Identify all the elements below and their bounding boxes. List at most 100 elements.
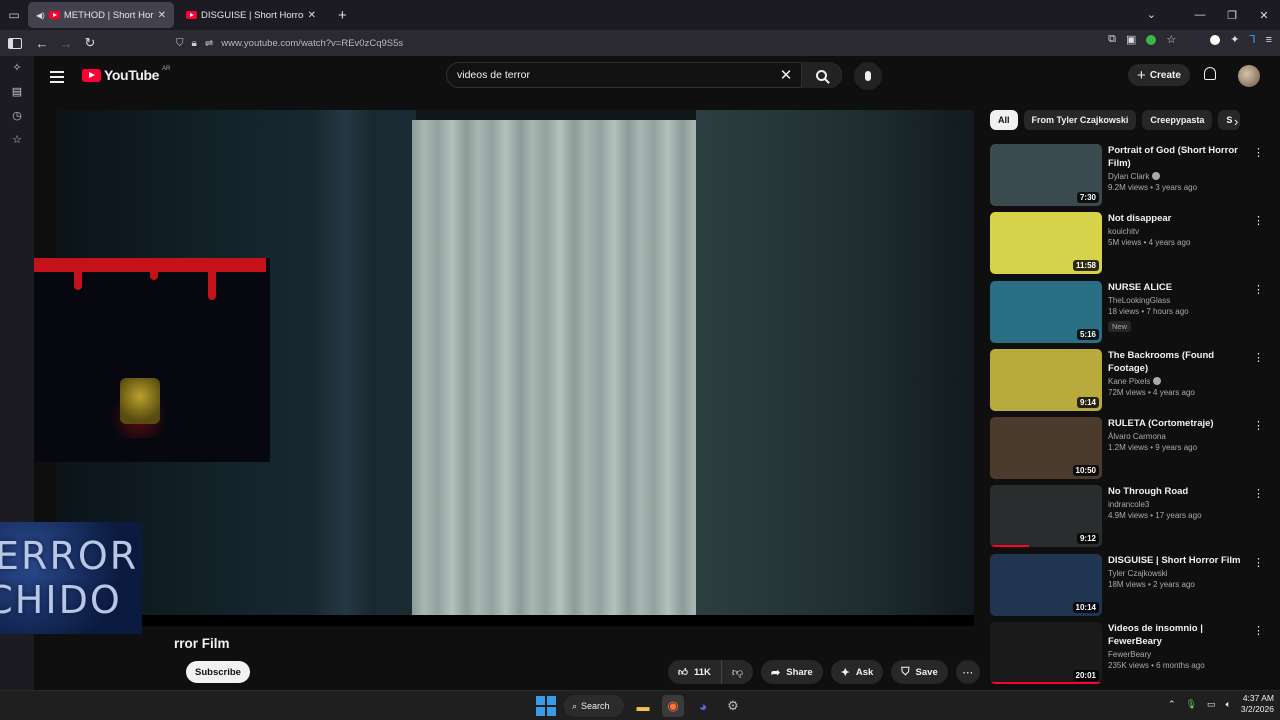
synced-tabs-icon[interactable]: ▤ [0,80,34,104]
extensions-icon[interactable]: ✦ [1230,33,1239,46]
account-icon[interactable] [1210,34,1221,45]
video-thumbnail[interactable]: 10:14 [990,553,1102,616]
forward-button[interactable]: → [54,36,78,51]
avatar[interactable] [1238,65,1260,87]
speaker-icon[interactable]: ◀) [36,11,45,20]
picture-in-picture-icon[interactable]: ⧉ [1108,33,1116,46]
chip-all[interactable]: All [990,110,1018,130]
bookmark-star-icon[interactable]: ☆ [1166,33,1176,46]
more-options-icon[interactable]: ⋮ [1253,556,1264,569]
url-bar[interactable]: ⛉ 🔒︎ ⇌ www.youtube.com/watch?v=REv0zCq9S… [176,33,1100,53]
recommendation-item[interactable]: 5:16 NURSE ALICE TheLookingGlass 18 view… [990,280,1270,349]
channel-name[interactable]: Tyler Czajkowski [1108,569,1252,578]
video-thumbnail[interactable]: 11:58 [990,212,1102,275]
tab-list-menu-icon[interactable]: ▭ [0,0,28,30]
file-explorer-icon[interactable]: ▬ [632,695,654,717]
chevron-up-icon[interactable]: ⌃ [1168,699,1176,710]
chip-from-tyler[interactable]: From Tyler Czajkowski [1023,110,1137,130]
menu-icon[interactable]: ≡ [1266,34,1272,46]
recommendation-item[interactable]: 20:01 Videos de insomnio | FewerBeary Fe… [990,622,1270,690]
channel-name[interactable]: kouichitv [1108,227,1252,236]
close-window-button[interactable]: ✕ [1248,9,1280,22]
video-thumbnail[interactable]: 10:50 [990,417,1102,480]
guide-menu-icon[interactable] [50,68,64,86]
more-options-icon[interactable]: ⋮ [1253,487,1264,500]
shield-icon[interactable]: ⛉ [176,38,184,49]
chip-creepypasta[interactable]: Creepypasta [1142,110,1213,130]
more-options-icon[interactable]: ⋮ [1253,624,1264,637]
recommendation-item[interactable]: 7:30 Portrait of God (Short Horror Film)… [990,144,1270,212]
more-options-icon[interactable]: ⋮ [1253,283,1264,296]
recommendation-item[interactable]: 10:50 RULETA (Cortometraje) Álvaro Carmo… [990,417,1270,485]
windows-start-icon[interactable] [536,696,556,716]
more-actions-button[interactable]: ⋯ [955,660,980,684]
bookmarks-icon[interactable]: ☆ [0,128,34,152]
channel-name[interactable]: FewerBeary [1108,650,1252,659]
search-input[interactable] [447,69,771,81]
url-text[interactable]: www.youtube.com/watch?v=REv0zCq9S5s [221,38,403,49]
recommendation-item[interactable]: 9:12 No Through Road indrancole3 4.9M vi… [990,485,1270,553]
screenshot-icon[interactable]: ▣ [1126,33,1136,46]
notifications-bell-icon[interactable] [1204,67,1216,80]
app-icon[interactable]: ⚙ [722,695,744,717]
like-button[interactable]: 👍︎ 11K [668,660,722,684]
clock[interactable]: 4:37 AM 3/2/2026 [1241,693,1274,715]
channel-name[interactable]: Álvaro Carmona [1108,432,1252,441]
clear-search-icon[interactable]: ✕ [771,66,801,84]
minimize-button[interactable]: — [1184,9,1216,21]
share-button[interactable]: ➦ Share [761,660,823,684]
search-button[interactable] [801,62,841,88]
tab-close-icon[interactable]: ✕ [158,10,166,21]
discord-icon[interactable]: ◕ [692,695,714,717]
extension-green-icon[interactable] [1146,34,1157,45]
video-title[interactable]: NURSE ALICE [1108,281,1252,294]
translate-extension-icon[interactable]: Ꞁ [1249,33,1255,46]
back-button[interactable]: ← [30,36,54,51]
more-options-icon[interactable]: ⋮ [1253,214,1264,227]
sidebar-toggle-button[interactable] [0,30,30,56]
video-title[interactable]: Portrait of God (Short Horror Film) [1108,144,1252,170]
reload-button[interactable]: ↻ [78,35,102,51]
chevron-down-icon[interactable]: ⌄ [1147,8,1156,21]
lock-icon[interactable]: 🔒︎ [192,38,197,49]
volume-icon[interactable]: 🔈︎ [1226,699,1231,710]
video-title[interactable]: Videos de insomnio | FewerBeary [1108,622,1252,648]
ask-button[interactable]: ✦ Ask [830,660,884,684]
voice-search-button[interactable] [854,62,882,90]
dislike-button[interactable]: 👎︎ [722,660,753,684]
channel-name[interactable]: Kane Pixels [1108,376,1252,386]
youtube-logo[interactable]: YouTube AR [82,66,170,83]
video-thumbnail[interactable]: 9:14 [990,348,1102,411]
taskbar-search[interactable]: ⌕ Search [564,695,624,717]
channel-name[interactable]: Dylan Clark [1108,172,1252,181]
tab-method[interactable]: ◀) METHOD | Short Horror Film ✕ [28,2,174,28]
channel-name[interactable]: indrancole3 [1108,500,1252,509]
new-tab-button[interactable]: + [338,7,347,24]
create-button[interactable]: + Create [1128,64,1190,86]
firefox-icon[interactable]: ◉ [662,695,684,717]
network-icon[interactable]: ▭ [1207,699,1216,710]
recommendation-item[interactable]: 11:58 Not disappear kouichitv 5M views •… [990,212,1270,280]
video-thumbnail[interactable]: 9:12 [990,485,1102,548]
video-title[interactable]: Not disappear [1108,212,1252,225]
ai-chat-icon[interactable]: ✧ [0,56,34,80]
more-options-icon[interactable]: ⋮ [1253,146,1264,159]
recommendation-item[interactable]: 10:14 DISGUISE | Short Horror Film Tyler… [990,553,1270,622]
video-title[interactable]: RULETA (Cortometraje) [1108,417,1252,430]
tab-disguise[interactable]: DISGUISE | Short Horror Film - Y ✕ [178,2,324,28]
site-permissions-icon[interactable]: ⇌ [205,38,213,49]
video-thumbnail[interactable]: 5:16 [990,280,1102,343]
video-title[interactable]: The Backrooms (Found Footage) [1108,349,1252,375]
more-options-icon[interactable]: ⋮ [1253,351,1264,364]
maximize-button[interactable]: ❐ [1216,9,1248,22]
subscribe-button[interactable]: Subscribe [186,661,250,683]
save-button[interactable]: ⛉ Save [891,660,948,684]
video-title[interactable]: DISGUISE | Short Horror Film [1108,554,1252,567]
video-title[interactable]: No Through Road [1108,485,1252,498]
more-options-icon[interactable]: ⋮ [1253,419,1264,432]
video-thumbnail[interactable]: 20:01 [990,622,1102,685]
history-icon[interactable]: ◷ [0,104,34,128]
recommendation-item[interactable]: 9:14 The Backrooms (Found Footage) Kane … [990,348,1270,417]
video-thumbnail[interactable]: 7:30 [990,144,1102,206]
microphone-icon[interactable]: 🎙︎ [1186,699,1197,710]
